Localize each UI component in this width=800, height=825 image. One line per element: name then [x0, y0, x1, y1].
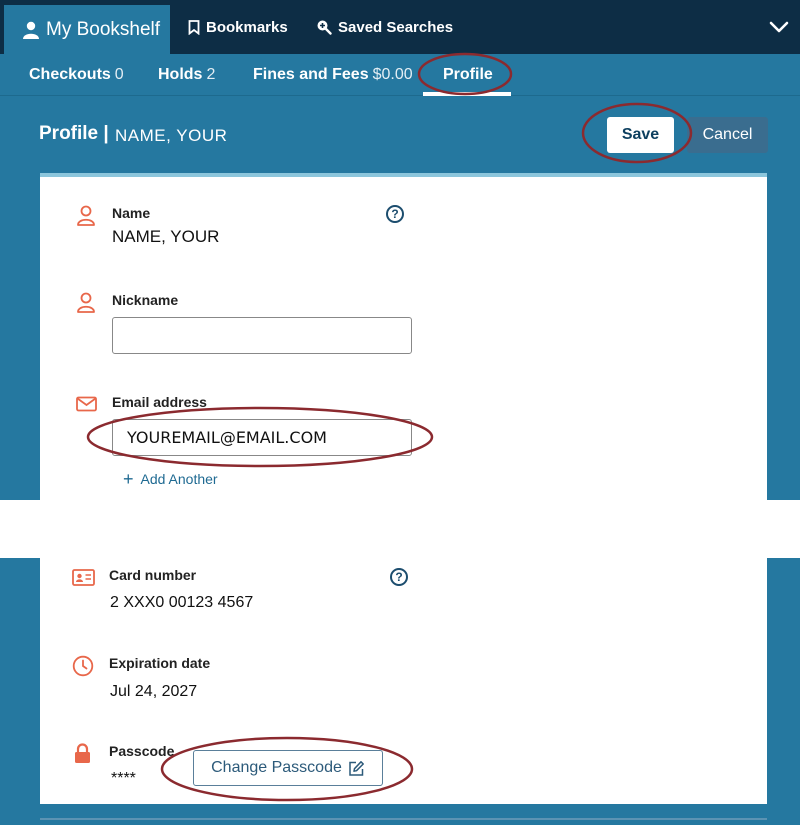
- checkouts-count: 0: [114, 66, 124, 83]
- lock-icon: [75, 743, 90, 763]
- tab-fines-label: Fines and Fees: [253, 66, 369, 83]
- clock-icon: [72, 655, 94, 677]
- bookmark-icon: [188, 19, 200, 35]
- edit-icon: [349, 760, 364, 776]
- profile-subnav: Checkouts 0 Holds 2 Fines and Fees $0.00…: [0, 54, 800, 96]
- tab-saved-searches-label: Saved Searches: [338, 18, 454, 36]
- help-icon[interactable]: ?: [390, 568, 408, 586]
- add-another-label: Add Another: [140, 471, 218, 487]
- tab-holds-label: Holds: [158, 66, 203, 83]
- expiration-label: Expiration date: [109, 655, 211, 671]
- tab-my-bookshelf-label: My Bookshelf: [46, 18, 161, 40]
- tab-profile-label: Profile: [443, 66, 493, 83]
- page-title: Profile |: [39, 123, 109, 144]
- page-subtitle-name: NAME, YOUR: [115, 126, 228, 145]
- add-another-email-link[interactable]: + Add Another: [123, 470, 218, 488]
- expiration-value: Jul 24, 2027: [110, 683, 198, 700]
- help-icon[interactable]: ?: [386, 205, 404, 223]
- change-passcode-button[interactable]: Change Passcode: [193, 750, 383, 786]
- tab-checkouts[interactable]: Checkouts 0: [29, 54, 124, 96]
- tab-my-bookshelf[interactable]: My Bookshelf: [4, 5, 170, 54]
- person-outline-icon: [77, 205, 95, 226]
- email-field[interactable]: YOUREMAIL@EMAIL.COM: [112, 419, 412, 456]
- name-value: NAME, YOUR: [112, 227, 220, 246]
- mail-icon: [76, 396, 97, 412]
- chevron-down-icon[interactable]: [768, 17, 790, 37]
- tab-profile[interactable]: Profile: [443, 54, 493, 96]
- name-label: Name: [112, 205, 151, 221]
- plus-icon: +: [123, 469, 134, 489]
- nickname-input[interactable]: [112, 317, 412, 354]
- cancel-button[interactable]: Cancel: [687, 117, 768, 153]
- search-plus-icon: [317, 20, 332, 35]
- tab-holds[interactable]: Holds 2: [158, 54, 215, 96]
- tab-checkouts-label: Checkouts: [29, 66, 111, 83]
- id-card-icon: [72, 569, 95, 586]
- fines-amount: $0.00: [372, 66, 413, 83]
- passcode-value: ****: [111, 770, 136, 787]
- tab-bookmarks[interactable]: Bookmarks: [188, 0, 288, 54]
- tab-bookmarks-label: Bookmarks: [206, 18, 288, 36]
- save-button[interactable]: Save: [607, 117, 674, 153]
- change-passcode-label: Change Passcode: [211, 759, 342, 776]
- tab-fines-and-fees[interactable]: Fines and Fees $0.00: [253, 54, 413, 96]
- card-number-value: 2 XXX0 00123 4567: [110, 594, 254, 611]
- passcode-label: Passcode: [109, 743, 175, 759]
- person-icon: [23, 21, 39, 39]
- holds-count: 2: [206, 66, 216, 83]
- card-bottom-divider: [40, 818, 767, 820]
- person-outline-icon: [77, 292, 95, 313]
- tab-saved-searches[interactable]: Saved Searches: [316, 0, 453, 54]
- card-number-label: Card number: [109, 567, 197, 583]
- top-navigation: My Bookshelf Bookmarks Saved Searches: [0, 0, 800, 54]
- email-label: Email address: [112, 394, 207, 410]
- nickname-label: Nickname: [112, 292, 179, 308]
